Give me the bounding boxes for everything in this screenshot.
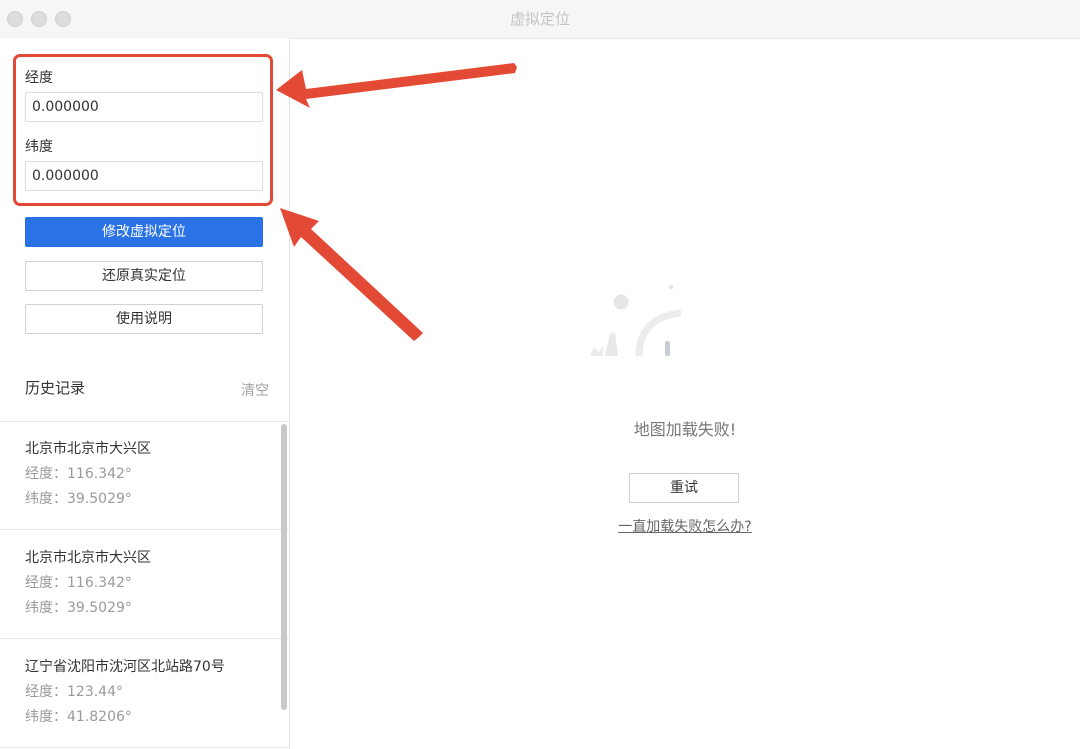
map-error-icon (585, 283, 695, 363)
window-title: 虚拟定位 (509, 10, 570, 28)
history-latitude: 纬度：39.5029° (25, 491, 132, 507)
help-button[interactable]: 使用说明 (25, 304, 263, 334)
title-bar: 虚拟定位 (0, 0, 1080, 39)
history-longitude: 经度：116.342° (25, 466, 132, 482)
divider (0, 747, 289, 748)
annotation-highlight-box (13, 54, 273, 206)
annotation-arrow-bottom (280, 208, 423, 341)
history-longitude: 经度：123.44° (25, 684, 123, 700)
retry-button[interactable]: 重试 (629, 473, 739, 503)
clear-history-button[interactable]: 清空 (241, 380, 269, 400)
help-link[interactable]: 一直加载失败怎么办? (560, 516, 810, 536)
history-longitude: 经度：116.342° (25, 575, 132, 591)
annotation-arrow-top (276, 63, 517, 108)
history-address: 北京市北京市大兴区 (25, 550, 151, 566)
history-latitude: 纬度：41.8206° (25, 709, 132, 725)
history-scrollbar[interactable] (281, 424, 287, 710)
restore-location-button[interactable]: 还原真实定位 (25, 261, 263, 291)
history-latitude: 纬度：39.5029° (25, 600, 132, 616)
modify-location-button[interactable]: 修改虚拟定位 (25, 217, 263, 247)
history-title: 历史记录 (25, 379, 86, 397)
history-address: 北京市北京市大兴区 (25, 441, 151, 457)
history-address: 辽宁省沈阳市沈河区北站路70号 (25, 659, 225, 675)
history-item[interactable]: 辽宁省沈阳市沈河区北站路70号 经度：123.44° 纬度：41.8206° (0, 639, 280, 747)
history-item[interactable]: 北京市北京市大兴区 经度：116.342° 纬度：39.5029° (0, 421, 280, 529)
history-item[interactable]: 北京市北京市大兴区 经度：116.342° 纬度：39.5029° (0, 530, 280, 638)
map-error-message: 地图加载失败! (633, 420, 737, 439)
